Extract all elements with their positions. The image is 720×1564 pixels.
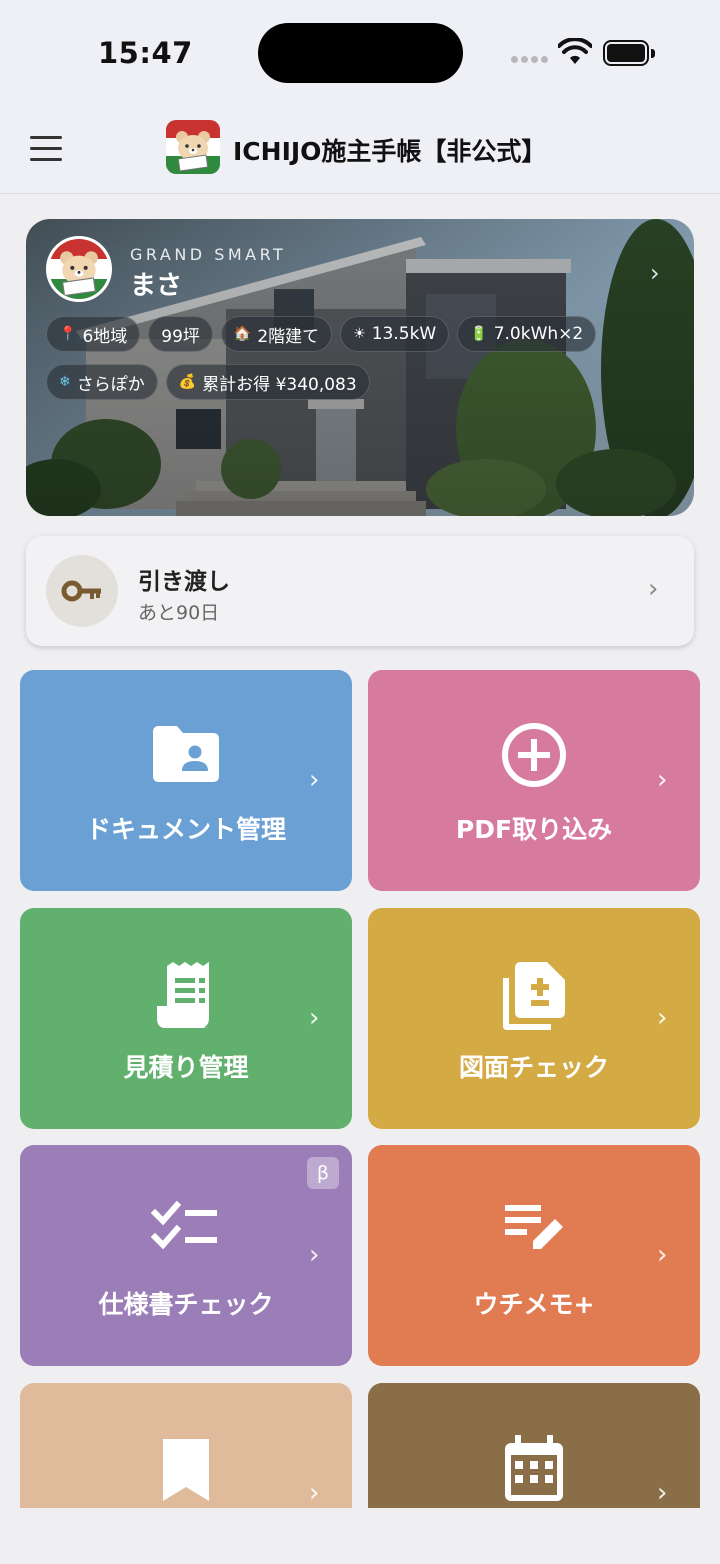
app-header: ICHIJO施主手帳【非公式】	[0, 108, 720, 194]
chip-floor-area: 99坪	[148, 316, 213, 352]
handover-countdown: あと90日	[138, 602, 220, 624]
app-title: ICHIJO施主手帳【非公式】	[233, 137, 547, 166]
tile-drawing-check[interactable]: 図面チェック ›	[368, 908, 700, 1129]
receipt-icon	[20, 960, 352, 1030]
chevron-right-icon: ›	[657, 1240, 668, 1270]
tile-estimate-management[interactable]: 見積り管理 ›	[20, 908, 352, 1129]
app-logo	[166, 120, 220, 174]
spec-chips-row-1: 📍 6地域 99坪 🏠 2階建て ☀ 13.5kW 🔋 7.0kWh×2	[46, 316, 597, 352]
chip-stories: 🏠 2階建て	[220, 316, 333, 352]
money-bag-icon: 💰	[178, 374, 197, 390]
chip-solar: ☀ 13.5kW	[340, 316, 450, 352]
chevron-right-icon: ›	[309, 765, 320, 795]
add-circle-icon	[368, 722, 700, 792]
avatar	[46, 236, 112, 302]
chevron-right-icon: ›	[648, 574, 659, 604]
chevron-right-icon: ›	[657, 765, 668, 795]
chip-region: 📍 6地域	[46, 316, 141, 352]
beta-badge: β	[307, 1157, 339, 1189]
bookmark-icon	[20, 1435, 352, 1505]
chevron-right-icon: ›	[657, 1478, 668, 1508]
tile-uchimemo[interactable]: ウチメモ+ ›	[368, 1145, 700, 1366]
owner-name: まさ	[130, 271, 183, 301]
battery-icon: 🔋	[470, 326, 488, 342]
chevron-right-icon: ›	[650, 259, 660, 287]
status-bar: 15:47	[0, 0, 720, 108]
menu-button[interactable]	[30, 136, 62, 162]
key-icon	[46, 555, 118, 627]
chevron-right-icon: ›	[309, 1478, 320, 1508]
chevron-right-icon: ›	[309, 1240, 320, 1270]
house-icon: 🏠	[233, 326, 252, 342]
tile-label: PDF取り込み	[455, 815, 613, 844]
chip-savings: 💰 累計お得 ¥340,083	[165, 364, 370, 400]
chevron-right-icon: ›	[657, 1003, 668, 1033]
chip-aircon: ❄ さらぽか	[46, 364, 158, 400]
pin-icon: 📍	[59, 326, 77, 342]
tile-spec-check[interactable]: β 仕様書チェック ›	[20, 1145, 352, 1366]
bottom-area	[0, 1508, 720, 1564]
house-model: GRAND SMART	[130, 245, 287, 264]
battery-icon	[603, 40, 655, 66]
handover-card[interactable]: 引き渡し あと90日 ›	[26, 536, 694, 646]
clock: 15:47	[98, 36, 193, 70]
calendar-icon	[368, 1435, 700, 1505]
spec-chips-row-2: ❄ さらぽか 💰 累計お得 ¥340,083	[46, 364, 370, 400]
chevron-right-icon: ›	[309, 1003, 320, 1033]
checklist-icon	[20, 1197, 352, 1267]
cellular-signal-icon	[511, 56, 548, 64]
tile-label: 仕様書チェック	[98, 1290, 274, 1319]
tile-document-management[interactable]: ドキュメント管理 ›	[20, 670, 352, 891]
tile-pdf-import[interactable]: PDF取り込み ›	[368, 670, 700, 891]
sun-icon: ☀	[353, 326, 366, 342]
note-edit-icon	[368, 1197, 700, 1267]
tile-label: 見積り管理	[123, 1053, 249, 1082]
document-add-icon	[368, 960, 700, 1030]
wifi-icon	[558, 38, 592, 64]
folder-person-icon	[20, 722, 352, 792]
tile-label: ウチメモ+	[473, 1290, 595, 1319]
house-profile-card[interactable]: GRAND SMART まさ › 📍 6地域 99坪 🏠 2階建て ☀ 13.5…	[26, 219, 694, 516]
chip-battery: 🔋 7.0kWh×2	[457, 316, 597, 352]
tile-label: 図面チェック	[458, 1053, 609, 1082]
tile-label: ドキュメント管理	[85, 815, 286, 844]
handover-title: 引き渡し	[138, 569, 230, 595]
dynamic-island	[258, 23, 463, 83]
snowflake-icon: ❄	[59, 374, 71, 390]
